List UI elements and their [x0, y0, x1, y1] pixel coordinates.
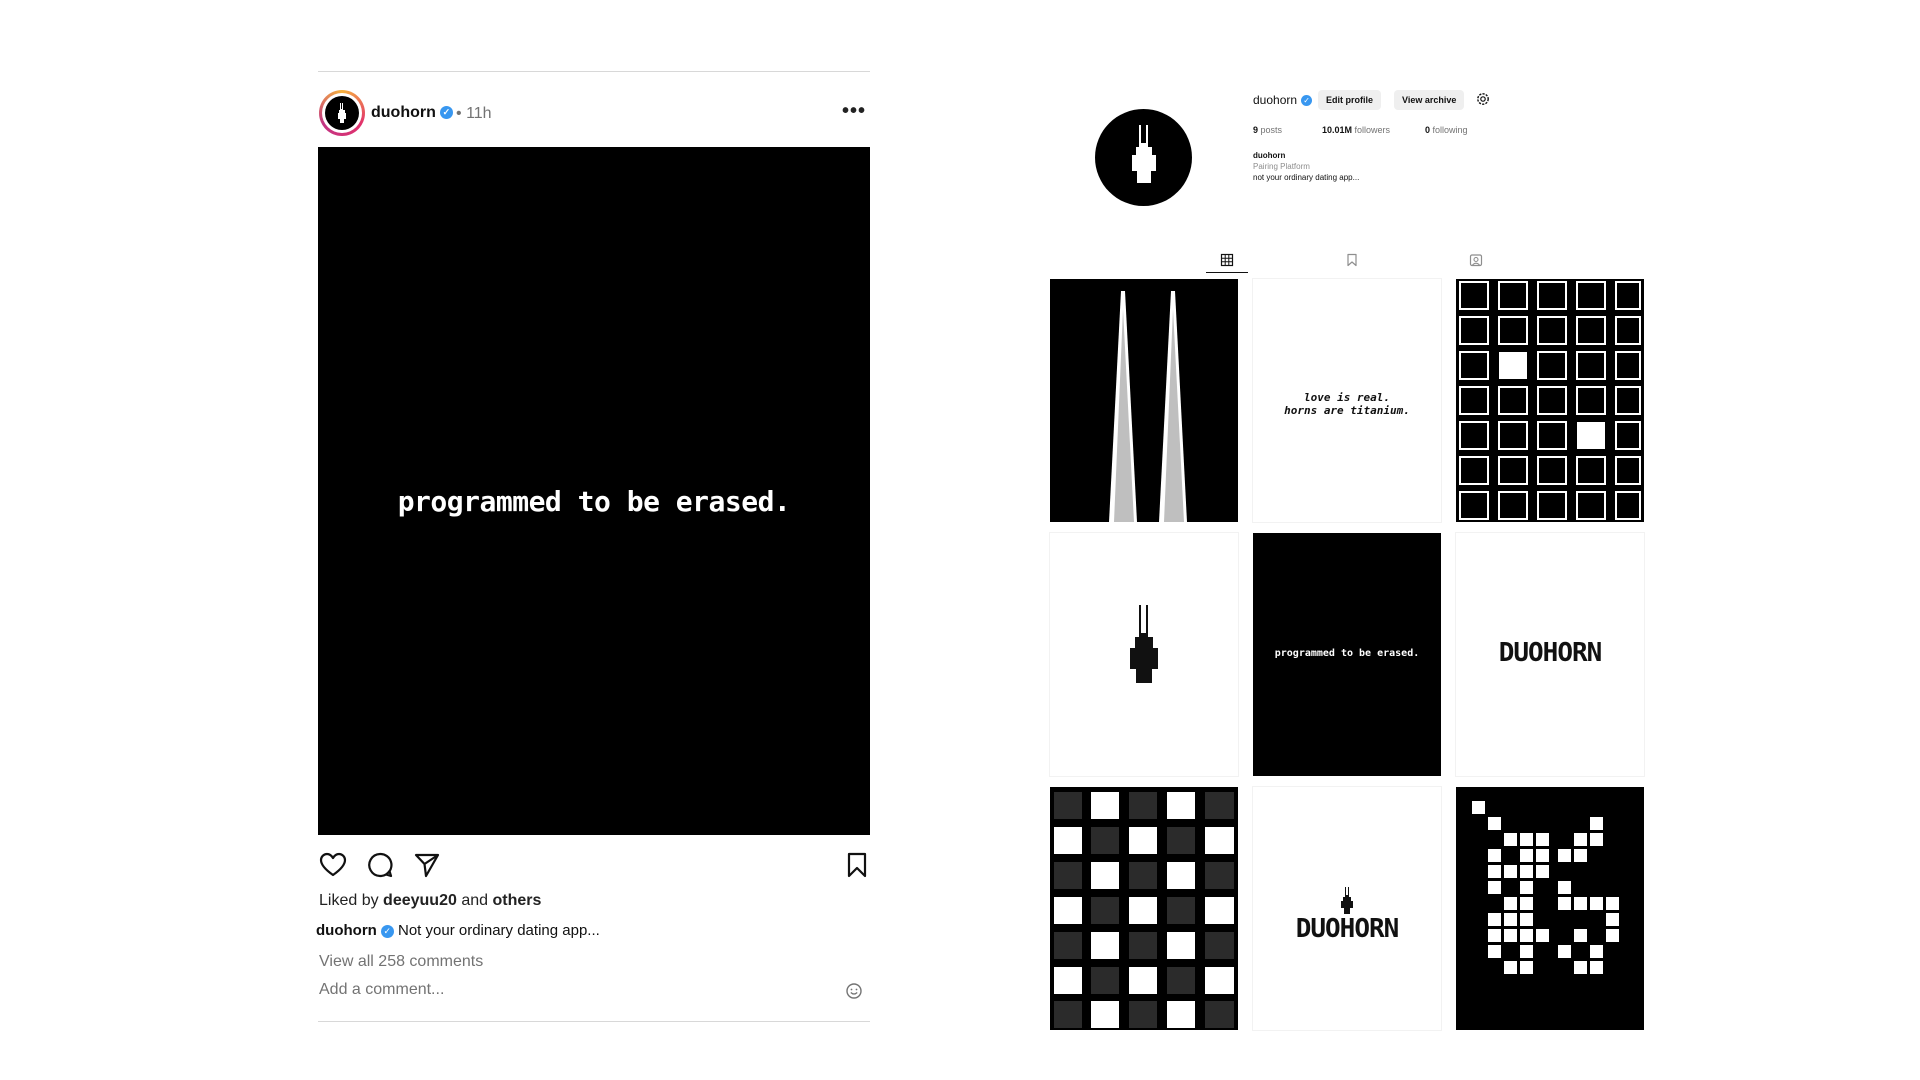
- tile-6-wordmark: DUOHORN: [1498, 638, 1603, 668]
- bio-category: Pairing Platform: [1253, 162, 1310, 171]
- duohorn-small-logo-icon: [1341, 887, 1353, 914]
- grid-post-9[interactable]: [1456, 787, 1644, 1030]
- verified-badge-icon: ✓: [380, 924, 394, 938]
- posts-count: 9 posts: [1253, 125, 1283, 135]
- edit-profile-button[interactable]: Edit profile: [1318, 90, 1381, 110]
- duohorn-logo-icon: [338, 103, 346, 123]
- post-image-text: programmed to be erased.: [397, 485, 791, 518]
- heart-icon[interactable]: [318, 850, 348, 880]
- profile-avatar[interactable]: [1095, 109, 1192, 206]
- grid-post-5[interactable]: programmed to be erased.: [1253, 533, 1441, 776]
- bookmark-icon[interactable]: [842, 850, 872, 880]
- verified-badge-icon: ✓: [439, 106, 453, 120]
- post-image[interactable]: programmed to be erased.: [318, 147, 870, 835]
- following-count[interactable]: 0 following: [1425, 125, 1468, 135]
- grid-post-1[interactable]: [1050, 279, 1238, 522]
- bio-name: duohorn: [1253, 151, 1286, 160]
- post-caption: duohorn ✓ Not your ordinary dating app...: [316, 922, 600, 939]
- grid-post-3[interactable]: [1456, 279, 1644, 522]
- tile-2-line-1: love is real.: [1303, 391, 1391, 404]
- tile-5-text: programmed to be erased.: [1274, 648, 1420, 659]
- duohorn-logo-icon: [1130, 605, 1158, 683]
- duohorn-logo-icon: [1132, 125, 1156, 183]
- profile-username: duohorn ✓: [1253, 93, 1313, 107]
- comment-icon[interactable]: [365, 850, 395, 880]
- post-avatar[interactable]: [319, 90, 365, 136]
- pixel-creature-image: [1472, 801, 1619, 974]
- settings-gear-icon[interactable]: [1475, 91, 1491, 107]
- more-options-icon[interactable]: •••: [842, 100, 866, 123]
- grid-post-4[interactable]: [1050, 533, 1238, 776]
- grid-post-8[interactable]: DUOHORN: [1253, 787, 1441, 1030]
- view-all-comments-link[interactable]: View all 258 comments: [319, 953, 483, 971]
- caption-username[interactable]: duohorn: [316, 922, 377, 939]
- grid-post-2[interactable]: love is real. horns are titanium.: [1253, 279, 1441, 522]
- tile-2-line-2: horns are titanium.: [1284, 404, 1410, 417]
- post-bottom-divider: [318, 1021, 870, 1022]
- bio-text: not your ordinary dating app...: [1253, 173, 1360, 182]
- liked-user-link[interactable]: deeyuu20: [383, 892, 457, 909]
- posts-grid-icon[interactable]: [1220, 253, 1234, 267]
- caption-text: Not your ordinary dating app...: [398, 922, 600, 939]
- add-comment-input[interactable]: Add a comment...: [319, 981, 444, 999]
- grid-post-7[interactable]: [1050, 787, 1238, 1030]
- view-archive-button[interactable]: View archive: [1394, 90, 1465, 110]
- share-icon[interactable]: [412, 850, 442, 880]
- square-grid-image: [1459, 281, 1641, 520]
- likes-summary: Liked by deeyuu20 and others: [319, 892, 542, 909]
- twin-spikes-image: [1109, 291, 1187, 522]
- grid-post-6[interactable]: DUOHORN: [1456, 533, 1644, 776]
- emoji-icon[interactable]: [845, 982, 863, 1000]
- followers-count[interactable]: 10.01M followers: [1322, 125, 1390, 135]
- tagged-icon[interactable]: [1469, 253, 1483, 267]
- saved-icon[interactable]: [1345, 253, 1359, 267]
- post-username[interactable]: duohorn ✓: [371, 104, 453, 122]
- tile-8-wordmark: DUOHORN: [1295, 914, 1400, 944]
- checkerboard-image: [1054, 792, 1234, 1028]
- post-top-divider: [318, 71, 870, 72]
- post-timestamp: • 11h: [456, 105, 492, 122]
- liked-others-link[interactable]: others: [492, 892, 541, 909]
- verified-badge-icon: ✓: [1301, 95, 1313, 107]
- active-tab-indicator: [1206, 272, 1248, 273]
